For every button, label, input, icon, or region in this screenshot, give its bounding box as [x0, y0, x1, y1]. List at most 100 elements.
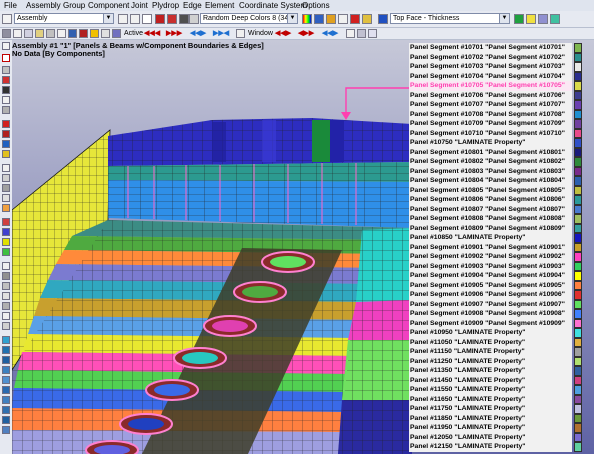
- legend-row[interactable]: Panel Segment #10906 "Panel Segment #109…: [409, 290, 594, 300]
- clip-icon[interactable]: [2, 406, 10, 414]
- menu-component[interactable]: Component: [88, 0, 129, 11]
- mesh-icon[interactable]: [338, 14, 348, 24]
- joint-icon[interactable]: [2, 282, 10, 290]
- zoom-icon[interactable]: [2, 14, 12, 24]
- menu-element[interactable]: Element: [205, 0, 234, 11]
- legend-row[interactable]: Panel Segment #10903 "Panel Segment #109…: [409, 261, 594, 271]
- legend-row[interactable]: Panel #11750 "LAMINATE Property": [409, 404, 594, 414]
- legend-row[interactable]: Panel #11150 "LAMINATE Property": [409, 347, 594, 357]
- legend-row[interactable]: Panel #10950 "LAMINATE Property": [409, 328, 594, 338]
- tile-icon[interactable]: [357, 29, 366, 38]
- check-icon[interactable]: [2, 248, 10, 256]
- legend-row[interactable]: Panel Segment #10901 "Panel Segment #109…: [409, 242, 594, 252]
- legend-row[interactable]: Panel #11050 "LAMINATE Property": [409, 337, 594, 347]
- menu-group[interactable]: Group: [63, 0, 85, 11]
- cancel-icon[interactable]: [2, 54, 10, 62]
- legend-row[interactable]: Panel #10750 "LAMINATE Property": [409, 138, 594, 148]
- assembly-select[interactable]: Assembly ▼: [14, 13, 114, 24]
- active-label[interactable]: Active: [124, 28, 143, 39]
- fringe-icon[interactable]: [526, 14, 536, 24]
- box-icon[interactable]: [350, 14, 360, 24]
- model-viewport[interactable]: Assembly #1 "1" [Panels & Beams w/Compon…: [12, 40, 594, 454]
- arrow-icon[interactable]: [2, 140, 10, 148]
- flag-icon[interactable]: [2, 218, 10, 226]
- stop-icon[interactable]: [155, 14, 165, 24]
- legend-row[interactable]: Panel #11250 "LAMINATE Property": [409, 356, 594, 366]
- color-scheme-select[interactable]: Random Deep Colors 8 (34) ▼: [200, 13, 298, 24]
- legend-row[interactable]: Panel Segment #10705 "Panel Segment #107…: [409, 81, 594, 91]
- menu-joint[interactable]: Joint: [131, 0, 148, 11]
- undo-icon[interactable]: ◀◀▶: [275, 28, 291, 39]
- grid-toggle-icon[interactable]: [550, 14, 560, 24]
- minus-icon[interactable]: [2, 130, 10, 138]
- back-view-icon[interactable]: [101, 29, 110, 38]
- legend-row[interactable]: Panel Segment #10701 "Panel Segment #107…: [409, 43, 594, 53]
- menu-assembly[interactable]: Assembly: [26, 0, 61, 11]
- spectrum-icon[interactable]: [302, 14, 312, 24]
- frame-icon[interactable]: [2, 302, 10, 310]
- pointer-icon[interactable]: [2, 42, 10, 50]
- hide-icon[interactable]: [2, 194, 10, 202]
- palette-icon[interactable]: [189, 14, 199, 24]
- legend-row[interactable]: Panel Segment #10804 "Panel Segment #108…: [409, 176, 594, 186]
- print-icon[interactable]: [368, 29, 377, 38]
- menu-plydrop[interactable]: Plydrop: [152, 0, 179, 11]
- select-icon[interactable]: [2, 29, 11, 38]
- menu-coordinate-system[interactable]: Coordinate System: [239, 0, 307, 11]
- display-select[interactable]: Top Face - Thickness ▼: [390, 13, 510, 24]
- text-icon[interactable]: [2, 96, 10, 104]
- move-left-icon[interactable]: ◀◀▶: [190, 28, 206, 39]
- face-icon[interactable]: [362, 14, 372, 24]
- beam-icon[interactable]: [2, 272, 10, 280]
- panel-icon[interactable]: [2, 262, 10, 270]
- light-icon[interactable]: [2, 416, 10, 424]
- shaded-icon[interactable]: [2, 386, 10, 394]
- show-icon[interactable]: [2, 204, 10, 212]
- group-icon[interactable]: [2, 150, 10, 158]
- label-icon[interactable]: [2, 174, 10, 182]
- grid-icon[interactable]: [179, 14, 189, 24]
- legend-row[interactable]: Panel #11350 "LAMINATE Property": [409, 366, 594, 376]
- legend-row[interactable]: Panel Segment #10808 "Panel Segment #108…: [409, 214, 594, 224]
- fit-icon[interactable]: [46, 29, 55, 38]
- legend-row[interactable]: Panel #11950 "LAMINATE Property": [409, 423, 594, 433]
- nav-icon[interactable]: ◀◀▶: [322, 28, 338, 39]
- legend-row[interactable]: Panel #12050 "LAMINATE Property": [409, 432, 594, 442]
- blank-icon[interactable]: [142, 14, 152, 24]
- layers-icon[interactable]: [112, 29, 121, 38]
- plus-icon[interactable]: [2, 120, 10, 128]
- node-icon[interactable]: [2, 66, 10, 74]
- camera-icon[interactable]: [2, 426, 10, 434]
- measure-icon[interactable]: [2, 86, 10, 94]
- tree-icon[interactable]: [118, 14, 128, 24]
- record-icon[interactable]: [167, 14, 177, 24]
- legend-row[interactable]: Panel Segment #10807 "Panel Segment #108…: [409, 204, 594, 214]
- window-label[interactable]: Window: [248, 28, 273, 39]
- contour-icon[interactable]: [514, 14, 524, 24]
- top-view-icon[interactable]: [90, 29, 99, 38]
- side-view-icon[interactable]: [79, 29, 88, 38]
- menu-file[interactable]: File: [4, 0, 17, 11]
- globe-icon[interactable]: [2, 336, 10, 344]
- window-icon[interactable]: [236, 29, 245, 38]
- cube-icon[interactable]: [2, 356, 10, 364]
- legend-row[interactable]: Panel #11550 "LAMINATE Property": [409, 385, 594, 395]
- front-view-icon[interactable]: [57, 29, 66, 38]
- legend-row[interactable]: Panel Segment #10801 "Panel Segment #108…: [409, 147, 594, 157]
- rotate-icon[interactable]: [24, 29, 33, 38]
- legend-row[interactable]: Panel Segment #10710 "Panel Segment #107…: [409, 128, 594, 138]
- color-icon[interactable]: [326, 14, 336, 24]
- legend-row[interactable]: Panel Segment #10706 "Panel Segment #107…: [409, 90, 594, 100]
- legend-row[interactable]: Panel Segment #10904 "Panel Segment #109…: [409, 271, 594, 281]
- plot-icon[interactable]: [378, 14, 388, 24]
- sphere-icon[interactable]: [2, 346, 10, 354]
- redo-icon[interactable]: ◀▶▶: [298, 28, 314, 39]
- wire-icon[interactable]: [2, 376, 10, 384]
- section-icon[interactable]: [2, 396, 10, 404]
- hatch-icon[interactable]: [2, 106, 10, 114]
- legend-row[interactable]: Panel Segment #10803 "Panel Segment #108…: [409, 166, 594, 176]
- legend-row[interactable]: Panel Segment #10809 "Panel Segment #108…: [409, 223, 594, 233]
- step-back-icon[interactable]: ◀◀◀: [144, 28, 160, 39]
- legend-row[interactable]: Panel Segment #10909 "Panel Segment #109…: [409, 318, 594, 328]
- legend-row[interactable]: Panel Segment #10907 "Panel Segment #109…: [409, 299, 594, 309]
